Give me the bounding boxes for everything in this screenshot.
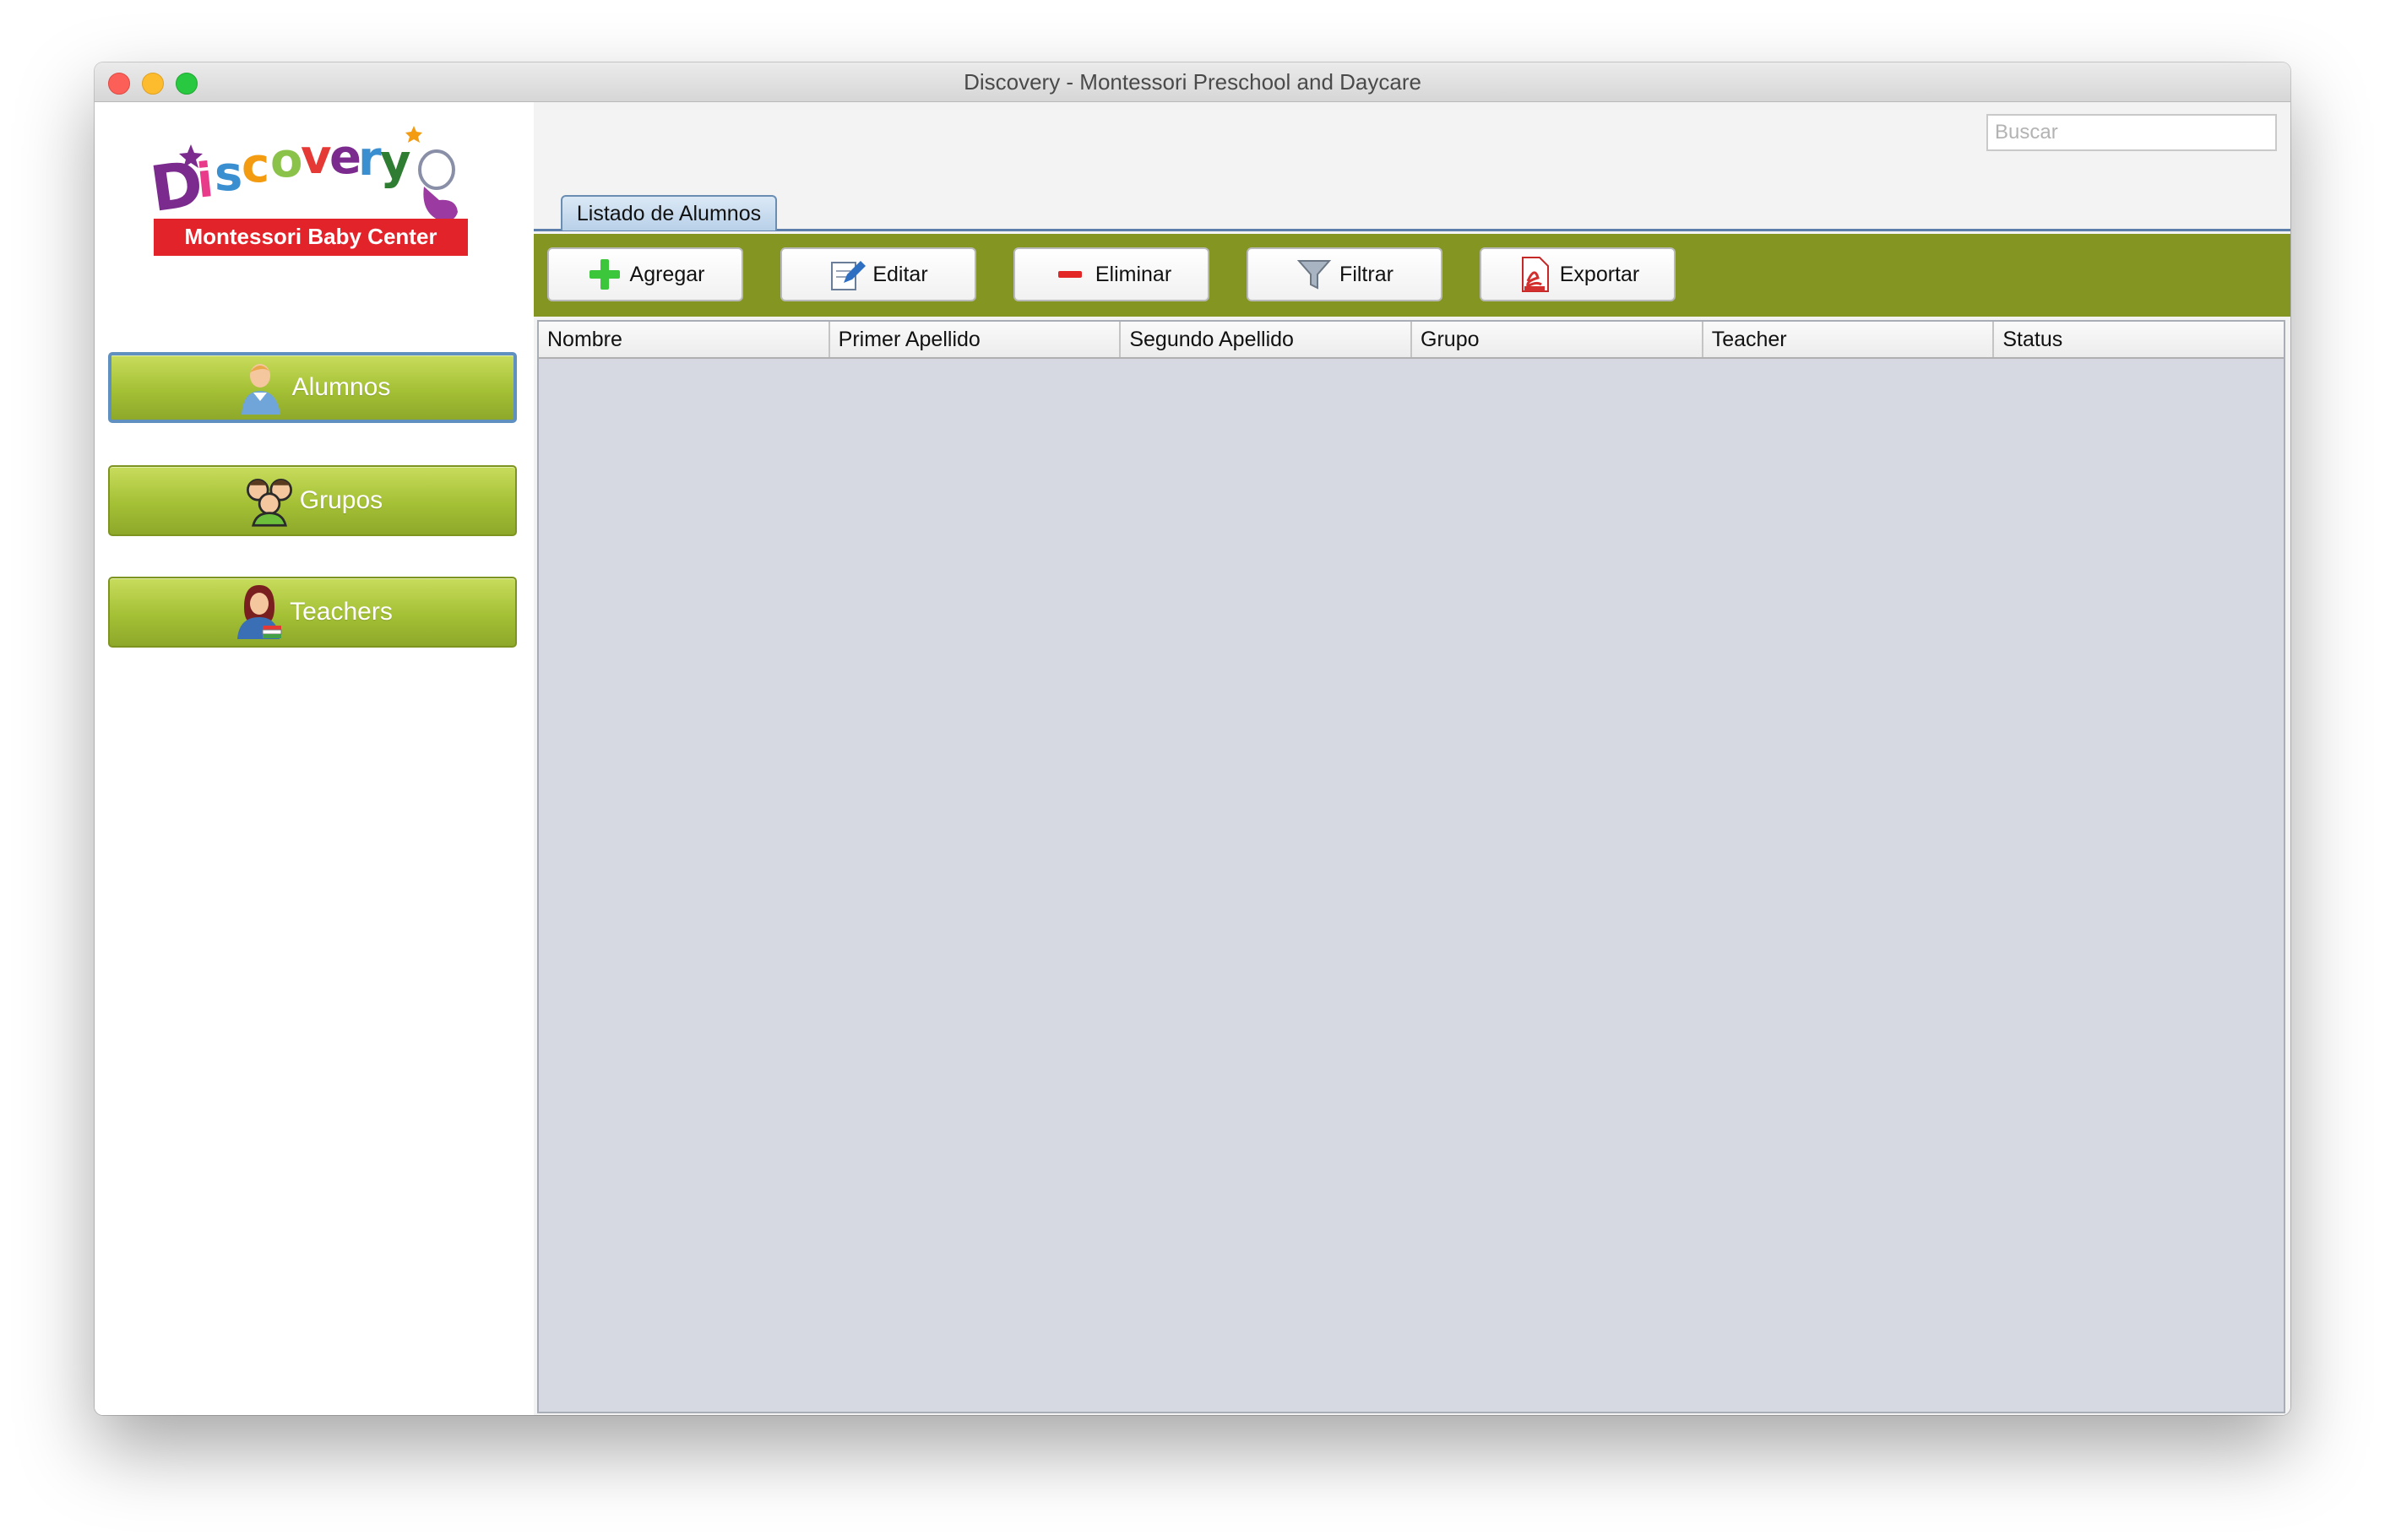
- title-bar: Discovery - Montessori Preschool and Day…: [95, 62, 2290, 102]
- action-toolbar: Agregar Editar Eliminar Filtrar Exportar: [534, 234, 2290, 317]
- tab-strip-line: [534, 229, 2290, 231]
- nav-alumnos-button[interactable]: Alumnos: [108, 352, 517, 423]
- search-input[interactable]: [1986, 114, 2277, 151]
- editar-button[interactable]: Editar: [780, 247, 976, 301]
- column-header-grupo[interactable]: Grupo: [1412, 322, 1703, 357]
- nav-grupos-label: Grupos: [299, 486, 383, 514]
- alumnos-table[interactable]: Nombre Primer Apellido Segundo Apellido …: [537, 320, 2285, 1413]
- column-header-segundo-apellido[interactable]: Segundo Apellido: [1121, 322, 1413, 357]
- exportar-button[interactable]: Exportar: [1480, 247, 1676, 301]
- table-header: Nombre Primer Apellido Segundo Apellido …: [539, 322, 2284, 359]
- svg-text:Montessori Baby Center: Montessori Baby Center: [184, 224, 437, 249]
- funnel-icon: [1296, 260, 1332, 290]
- edit-icon: [831, 261, 867, 290]
- svg-text:y: y: [380, 135, 411, 190]
- nav-teachers-button[interactable]: Teachers: [108, 577, 517, 648]
- plus-icon: [589, 259, 620, 290]
- eliminar-button[interactable]: Eliminar: [1013, 247, 1209, 301]
- column-header-status[interactable]: Status: [1994, 322, 2284, 357]
- discovery-logo: D i s c o v e r y Montessori Baby Center: [146, 126, 468, 256]
- student-icon: [241, 364, 280, 415]
- group-icon: [246, 478, 292, 527]
- svg-text:v: v: [301, 130, 332, 185]
- editar-label: Editar: [872, 262, 928, 286]
- sidebar: D i s c o v e r y Montessori Baby Center…: [95, 102, 534, 1415]
- svg-text:s: s: [215, 147, 242, 202]
- agregar-label: Agregar: [629, 262, 705, 286]
- exportar-label: Exportar: [1559, 262, 1640, 286]
- teacher-icon: [237, 585, 282, 639]
- pdf-icon: [1521, 257, 1549, 292]
- nav-grupos-button[interactable]: Grupos: [108, 465, 517, 536]
- minus-icon: [1057, 271, 1082, 278]
- agregar-button[interactable]: Agregar: [547, 247, 743, 301]
- svg-text:c: c: [242, 138, 269, 193]
- svg-text:o: o: [270, 133, 302, 188]
- filtrar-button[interactable]: Filtrar: [1247, 247, 1442, 301]
- window-title: Discovery - Montessori Preschool and Day…: [964, 69, 1421, 95]
- nav-teachers-label: Teachers: [290, 598, 393, 626]
- eliminar-label: Eliminar: [1095, 262, 1172, 286]
- svg-text:e: e: [329, 130, 361, 185]
- nav-alumnos-label: Alumnos: [291, 373, 391, 401]
- main-content: Listado de Alumnos Agregar Editar: [534, 102, 2290, 1415]
- tab-listado-de-alumnos[interactable]: Listado de Alumnos: [561, 195, 777, 230]
- svg-text:r: r: [358, 132, 382, 187]
- app-window: Discovery - Montessori Preschool and Day…: [95, 62, 2290, 1415]
- column-header-teacher[interactable]: Teacher: [1703, 322, 1995, 357]
- filtrar-label: Filtrar: [1339, 262, 1394, 286]
- column-header-nombre[interactable]: Nombre: [539, 322, 830, 357]
- column-header-primer-apellido[interactable]: Primer Apellido: [830, 322, 1122, 357]
